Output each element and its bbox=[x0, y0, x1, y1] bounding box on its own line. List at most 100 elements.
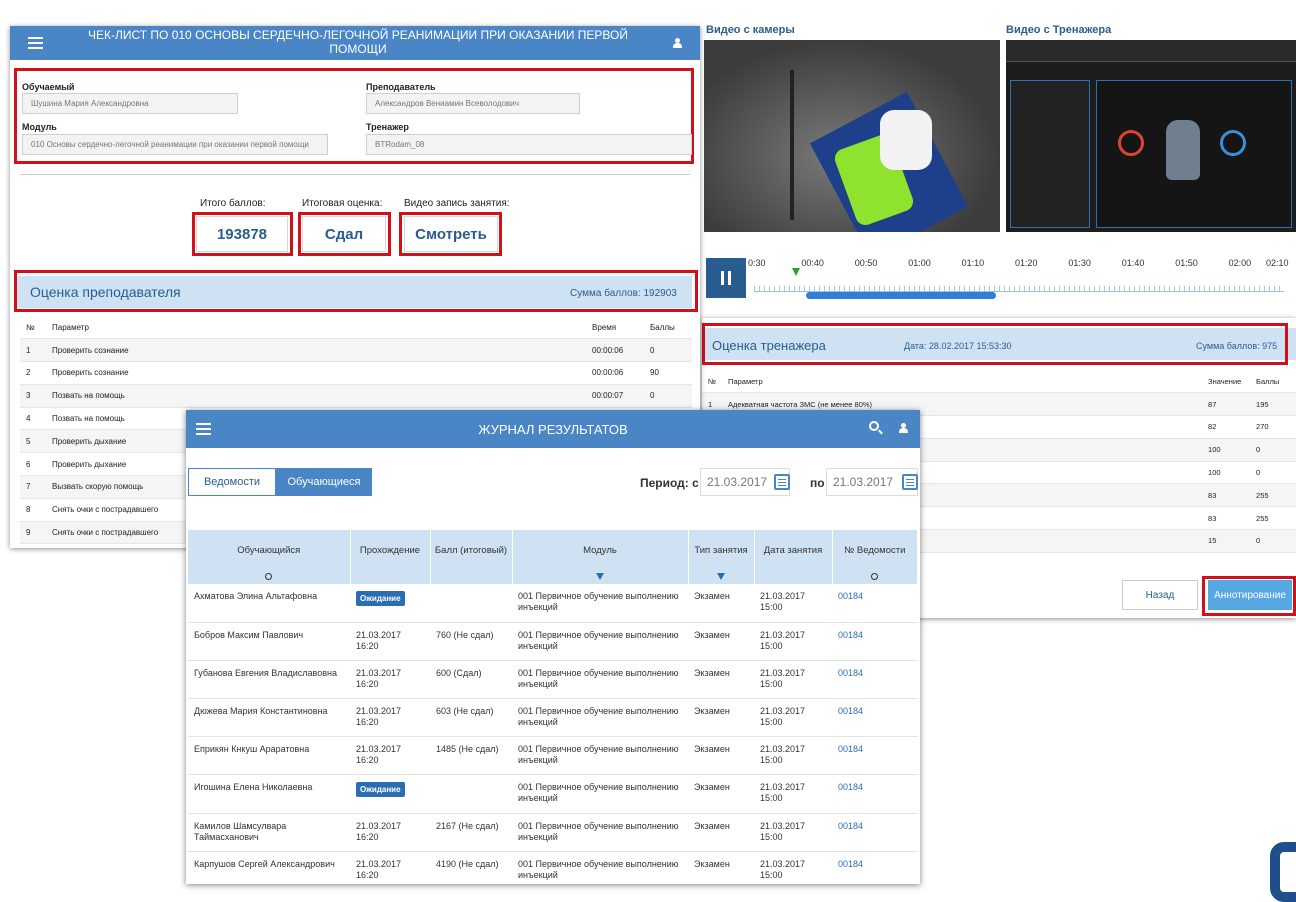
cell-score: 603 (Не сдал) bbox=[430, 698, 512, 738]
total-highlight bbox=[192, 212, 293, 256]
table-row[interactable]: Губанова Евгения Владиславовна 21.03.2017… bbox=[188, 660, 918, 700]
table-row[interactable]: Дюжева Мария Константиновна 21.03.2017 16… bbox=[188, 698, 918, 738]
pause-button[interactable] bbox=[706, 258, 746, 298]
sheet-text[interactable]: 00184 bbox=[838, 821, 863, 831]
table-row[interactable]: Камилов Шамсулвара Таймасханович 21.03.20… bbox=[188, 813, 918, 852]
score-text: 1485 (Не сдал) bbox=[436, 744, 499, 755]
timeline-label: 02:10 bbox=[1266, 258, 1289, 268]
module-text: 001 Первичное обучение выполнению инъекц… bbox=[518, 782, 679, 804]
table-row[interactable]: Игошина Елена Николаевна Ожидание 001 Перв… bbox=[188, 774, 918, 814]
person-coat bbox=[880, 110, 932, 170]
timeline-marker[interactable] bbox=[792, 268, 800, 276]
filter-student[interactable] bbox=[188, 570, 351, 584]
student-label: Обучаемый bbox=[22, 82, 75, 92]
trainer-video[interactable] bbox=[1006, 40, 1296, 232]
sheet-text[interactable]: 00184 bbox=[838, 591, 863, 601]
cell-value: 15 bbox=[1202, 529, 1251, 553]
type-text: Экзамен bbox=[694, 629, 730, 640]
cell-score: 255 bbox=[1250, 506, 1296, 531]
cell-n: 5 bbox=[20, 429, 46, 454]
student-text: Бобров Максим Павлович bbox=[194, 629, 304, 640]
menu-icon[interactable] bbox=[28, 37, 43, 49]
table-row[interactable]: 2 Проверить сознание 00:00:06 90 bbox=[20, 361, 692, 385]
cell-passing: 21.03.2017 16:20 bbox=[350, 698, 430, 738]
sheet-text[interactable]: 00184 bbox=[838, 782, 863, 792]
table-row[interactable]: 1 Проверить сознание 00:00:06 0 bbox=[20, 338, 692, 363]
calendar-icon[interactable] bbox=[902, 474, 918, 490]
student-text: Дюжева Мария Константиновна bbox=[194, 706, 328, 717]
student-text: Камилов Шамсулвара Таймасханович bbox=[194, 820, 287, 842]
cell-value: 100 bbox=[1202, 461, 1251, 485]
cell-student: Бобров Максим Павлович bbox=[188, 622, 350, 661]
cell-score: 270 bbox=[1250, 415, 1296, 439]
filter-sheet[interactable] bbox=[832, 570, 918, 584]
cell-value: 82 bbox=[1202, 415, 1251, 439]
grade-label: Итоговая оценка: bbox=[302, 198, 383, 209]
trainer-eval-highlight bbox=[702, 323, 1288, 365]
journal-title: ЖУРНАЛ РЕЗУЛЬТАТОВ bbox=[478, 422, 628, 437]
sheet-text[interactable]: 00184 bbox=[838, 668, 863, 678]
filter-module[interactable] bbox=[512, 570, 689, 584]
filter-type[interactable] bbox=[688, 570, 755, 584]
sheet-text[interactable]: 00184 bbox=[838, 744, 863, 754]
cell-passing: 21.03.2017 16:20 bbox=[350, 851, 430, 884]
cell-type: Экзамен bbox=[688, 736, 754, 776]
camera-video[interactable] bbox=[704, 40, 1000, 232]
date-text: 21.03.2017 15:00 bbox=[760, 744, 806, 766]
user-icon[interactable] bbox=[899, 423, 908, 433]
col-date: Дата занятия bbox=[754, 530, 833, 570]
cell-date: 21.03.2017 15:00 bbox=[754, 736, 832, 776]
tab-sheets[interactable]: Ведомости bbox=[188, 468, 276, 496]
search-icon[interactable] bbox=[869, 421, 883, 435]
module-field[interactable]: 010 Основы сердечно-легочной реанимации … bbox=[22, 134, 328, 155]
journal-header: ЖУРНАЛ РЕЗУЛЬТАТОВ bbox=[186, 410, 920, 448]
checklist-header: ЧЕК-ЛИСТ ПО 010 ОСНОВЫ СЕРДЕЧНО-ЛЕГОЧНОЙ… bbox=[10, 26, 700, 60]
cell-passing: 21.03.2017 16:20 bbox=[350, 622, 430, 661]
cell-sheet: 00184 bbox=[832, 813, 918, 852]
cell-module: 001 Первичное обучение выполнению инъекц… bbox=[512, 736, 688, 776]
table-row[interactable]: Еприкян Кнкуш Араратовна 21.03.2017 16:20… bbox=[188, 736, 918, 776]
module-text: 001 Первичное обучение выполнению инъекц… bbox=[518, 744, 679, 766]
cell-student: Еприкян Кнкуш Араратовна bbox=[188, 736, 350, 776]
cell-date: 21.03.2017 15:00 bbox=[754, 622, 832, 661]
cell-module: 001 Первичное обучение выполнению инъекц… bbox=[512, 774, 688, 814]
cell-passing: Ожидание bbox=[350, 584, 430, 623]
col-score: Баллы bbox=[644, 316, 692, 340]
tab-students[interactable]: Обучающиеся bbox=[276, 468, 372, 496]
table-row[interactable]: Ахматова Элина Альтафовна Ожидание 001 Пер… bbox=[188, 584, 918, 623]
cell-n: 3 bbox=[20, 384, 46, 408]
cell-module: 001 Первичное обучение выполнению инъекц… bbox=[512, 851, 688, 884]
cell-passing: Ожидание bbox=[350, 774, 430, 814]
user-icon[interactable] bbox=[673, 38, 682, 48]
table-row[interactable]: Карпушов Сергей Александрович 21.03.2017 … bbox=[188, 851, 918, 884]
calendar-icon[interactable] bbox=[774, 474, 790, 490]
passing-text: 21.03.2017 16:20 bbox=[356, 820, 402, 842]
student-field[interactable]: Шушина Мария Александровна bbox=[22, 93, 238, 114]
date-text: 21.03.2017 15:00 bbox=[760, 858, 806, 880]
sheet-text[interactable]: 00184 bbox=[838, 859, 863, 869]
date-text: 21.03.2017 15:00 bbox=[760, 629, 806, 651]
table-row[interactable]: 3 Позвать на помощь 00:00:07 0 bbox=[20, 384, 692, 408]
trainer-field[interactable]: BTRodam_08 bbox=[366, 134, 692, 155]
module-text: 001 Первичное обучение выполнению инъекц… bbox=[518, 858, 679, 880]
module-label: Модуль bbox=[22, 122, 57, 132]
table-row[interactable]: Бобров Максим Павлович 21.03.2017 16:20 76… bbox=[188, 622, 918, 661]
cell-date: 21.03.2017 15:00 bbox=[754, 660, 832, 700]
sheet-text[interactable]: 00184 bbox=[838, 706, 863, 716]
camera-title: Видео с камеры bbox=[706, 24, 795, 36]
cell-n: 2 bbox=[20, 361, 46, 385]
torso-figure bbox=[1166, 120, 1200, 180]
teacher-field[interactable]: Александров Вениамин Всеволодович bbox=[366, 93, 580, 114]
sheet-text[interactable]: 00184 bbox=[838, 630, 863, 640]
cell-passing: 21.03.2017 16:20 bbox=[350, 736, 430, 776]
student-text: Карпушов Сергей Александрович bbox=[194, 858, 335, 869]
cell-date: 21.03.2017 15:00 bbox=[754, 851, 832, 884]
cell-student: Камилов Шамсулвара Таймасханович bbox=[188, 813, 350, 852]
cell-type: Экзамен bbox=[688, 851, 754, 884]
col-module: Модуль bbox=[512, 530, 689, 570]
back-button[interactable]: Назад bbox=[1122, 580, 1198, 610]
timeline-ruler[interactable] bbox=[754, 278, 1284, 292]
score-text: 603 (Не сдал) bbox=[436, 706, 494, 717]
date-text: 21.03.2017 15:00 bbox=[760, 667, 806, 689]
gauge-left bbox=[1118, 130, 1144, 156]
